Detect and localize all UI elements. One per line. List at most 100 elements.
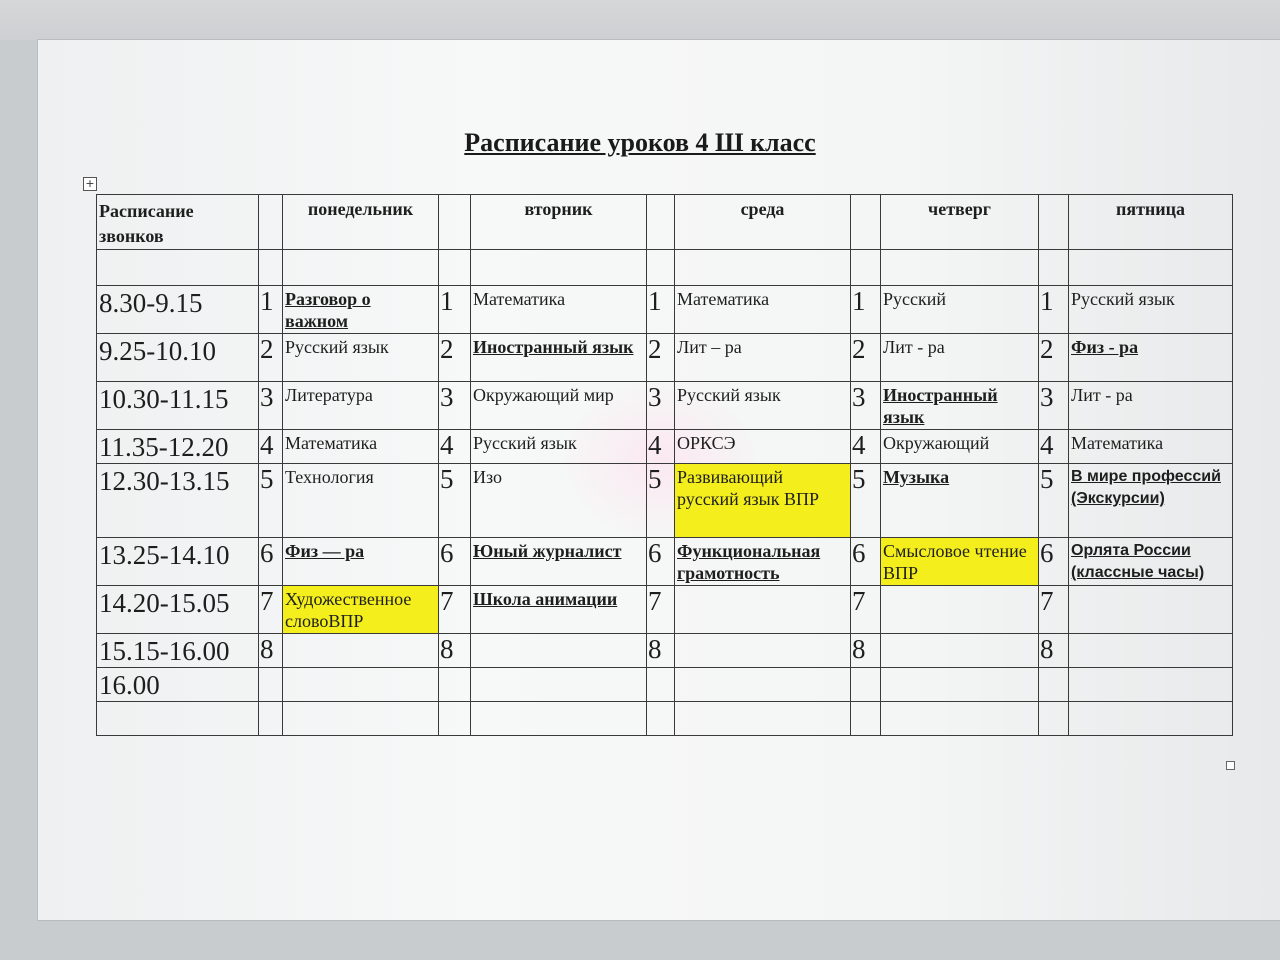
lesson-cell[interactable]: Развивающий русский язык ВПР: [674, 463, 851, 538]
lesson-cell[interactable]: Художественное словоВПР: [282, 585, 439, 634]
lesson-cell[interactable]: Юный журналист: [470, 537, 647, 586]
lesson-number[interactable]: 6: [258, 537, 283, 586]
bell-time[interactable]: 13.25-14.10: [96, 537, 259, 586]
lesson-cell[interactable]: Смысловое чтение ВПР: [880, 537, 1039, 586]
lesson-number[interactable]: 6: [646, 537, 675, 586]
lesson-number[interactable]: 2: [1038, 333, 1069, 382]
lesson-number[interactable]: 2: [258, 333, 283, 382]
bell-time[interactable]: 10.30-11.15: [96, 381, 259, 430]
lesson-number[interactable]: 4: [1038, 429, 1069, 464]
lesson-cell[interactable]: Русский язык: [282, 333, 439, 382]
lesson-cell[interactable]: ОРКСЭ: [674, 429, 851, 464]
lesson-cell[interactable]: Технология: [282, 463, 439, 538]
lesson-cell[interactable]: Физ — ра: [282, 537, 439, 586]
lesson-cell[interactable]: Функциональная грамотность: [674, 537, 851, 586]
lesson-number[interactable]: 8: [1038, 633, 1069, 668]
lesson-cell[interactable]: Лит – ра: [674, 333, 851, 382]
lesson-number[interactable]: 7: [646, 585, 675, 634]
lesson-cell[interactable]: Окружающий мир: [470, 381, 647, 430]
lesson-number[interactable]: 4: [850, 429, 881, 464]
lesson-number[interactable]: 7: [438, 585, 471, 634]
bell-time[interactable]: 14.20-15.05: [96, 585, 259, 634]
lesson-number[interactable]: 2: [850, 333, 881, 382]
lesson-cell[interactable]: [282, 667, 439, 702]
lesson-cell[interactable]: [674, 667, 851, 702]
bell-time[interactable]: 11.35-12.20: [96, 429, 259, 464]
lesson-number[interactable]: [1038, 667, 1069, 702]
lesson-cell[interactable]: Орлята России (классные часы): [1068, 537, 1233, 586]
lesson-number[interactable]: 7: [850, 585, 881, 634]
lesson-cell[interactable]: Математика: [1068, 429, 1233, 464]
bell-time[interactable]: 8.30-9.15: [96, 285, 259, 334]
lesson-number[interactable]: 2: [438, 333, 471, 382]
lesson-number[interactable]: 1: [850, 285, 881, 334]
lesson-number[interactable]: [646, 667, 675, 702]
lesson-cell[interactable]: В мире профессий (Экскурсии): [1068, 463, 1233, 538]
lesson-number[interactable]: 4: [438, 429, 471, 464]
lesson-cell[interactable]: Русский язык: [1068, 285, 1233, 334]
lesson-cell[interactable]: Окружающий: [880, 429, 1039, 464]
lesson-number[interactable]: 5: [1038, 463, 1069, 538]
lesson-number[interactable]: 3: [646, 381, 675, 430]
lesson-number[interactable]: 3: [438, 381, 471, 430]
lesson-cell[interactable]: [1068, 585, 1233, 634]
lesson-number[interactable]: 6: [1038, 537, 1069, 586]
lesson-number[interactable]: 3: [850, 381, 881, 430]
lesson-number[interactable]: 8: [438, 633, 471, 668]
lesson-cell[interactable]: Физ - ра: [1068, 333, 1233, 382]
lesson-number[interactable]: 5: [850, 463, 881, 538]
table-resize-handle-icon[interactable]: [1226, 761, 1235, 770]
lesson-cell[interactable]: [880, 667, 1039, 702]
lesson-number[interactable]: 2: [646, 333, 675, 382]
lesson-cell[interactable]: Музыка: [880, 463, 1039, 538]
lesson-number[interactable]: 4: [646, 429, 675, 464]
table-move-handle-icon[interactable]: +: [83, 177, 97, 191]
lesson-number[interactable]: [258, 667, 283, 702]
bell-time[interactable]: 15.15-16.00: [96, 633, 259, 668]
lesson-cell[interactable]: [1068, 667, 1233, 702]
lesson-cell[interactable]: Литература: [282, 381, 439, 430]
lesson-number[interactable]: 7: [258, 585, 283, 634]
lesson-cell[interactable]: [880, 633, 1039, 668]
lesson-cell[interactable]: [470, 633, 647, 668]
lesson-cell[interactable]: Русский язык: [674, 381, 851, 430]
lesson-number[interactable]: [438, 667, 471, 702]
lesson-number[interactable]: 6: [438, 537, 471, 586]
lesson-number[interactable]: 1: [438, 285, 471, 334]
lesson-cell[interactable]: Разговор о важном: [282, 285, 439, 334]
lesson-cell[interactable]: [880, 585, 1039, 634]
lesson-cell[interactable]: Изо: [470, 463, 647, 538]
lesson-cell[interactable]: Лит - ра: [880, 333, 1039, 382]
lesson-cell[interactable]: Математика: [470, 285, 647, 334]
lesson-cell[interactable]: [282, 633, 439, 668]
lesson-number[interactable]: 5: [258, 463, 283, 538]
lesson-cell[interactable]: [674, 633, 851, 668]
lesson-cell[interactable]: Лит - ра: [1068, 381, 1233, 430]
bell-time[interactable]: 9.25-10.10: [96, 333, 259, 382]
lesson-number[interactable]: 8: [850, 633, 881, 668]
lesson-number[interactable]: 6: [850, 537, 881, 586]
lesson-number[interactable]: 5: [646, 463, 675, 538]
lesson-cell[interactable]: Математика: [282, 429, 439, 464]
bell-time[interactable]: 12.30-13.15: [96, 463, 259, 538]
lesson-cell[interactable]: Русский: [880, 285, 1039, 334]
lesson-number[interactable]: [850, 667, 881, 702]
lesson-cell[interactable]: Иностранный язык: [880, 381, 1039, 430]
lesson-number[interactable]: 5: [438, 463, 471, 538]
lesson-number[interactable]: 3: [258, 381, 283, 430]
lesson-number[interactable]: 7: [1038, 585, 1069, 634]
lesson-cell[interactable]: Иностранный язык: [470, 333, 647, 382]
lesson-number[interactable]: 1: [258, 285, 283, 334]
lesson-number[interactable]: 1: [1038, 285, 1069, 334]
lesson-number[interactable]: 3: [1038, 381, 1069, 430]
lesson-number[interactable]: 4: [258, 429, 283, 464]
lesson-cell[interactable]: [1068, 633, 1233, 668]
lesson-cell[interactable]: Математика: [674, 285, 851, 334]
lesson-cell[interactable]: Школа анимации: [470, 585, 647, 634]
lesson-number[interactable]: 8: [258, 633, 283, 668]
lesson-number[interactable]: 1: [646, 285, 675, 334]
bell-time[interactable]: 16.00: [96, 667, 259, 702]
lesson-cell[interactable]: [470, 667, 647, 702]
lesson-number[interactable]: 8: [646, 633, 675, 668]
lesson-cell[interactable]: Русский язык: [470, 429, 647, 464]
